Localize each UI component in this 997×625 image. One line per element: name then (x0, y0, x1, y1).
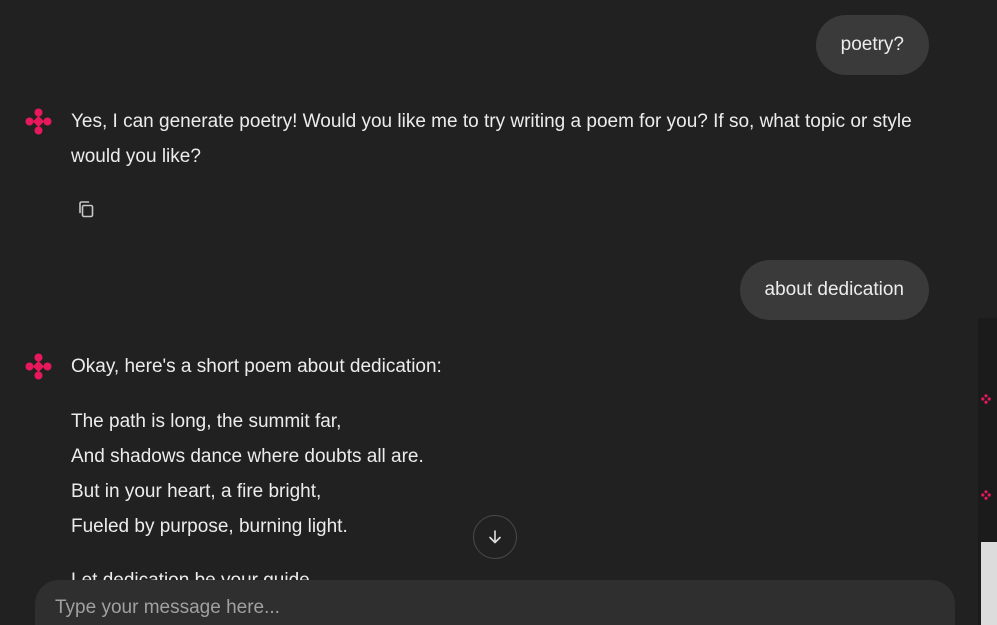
poem-line: And shadows dance where doubts all are. (71, 446, 424, 467)
copy-button[interactable] (74, 197, 98, 221)
assistant-avatar-icon (25, 108, 52, 135)
assistant-marker-icon (981, 394, 991, 404)
copy-icon (79, 201, 94, 218)
poem-line: The path is long, the summit far, (71, 411, 342, 432)
scrollbar-thumb[interactable] (981, 542, 997, 625)
assistant-avatar-icon (25, 353, 52, 380)
message-composer (35, 580, 955, 625)
message-input[interactable] (55, 597, 935, 619)
poem-line: But in your heart, a fire bright, (71, 481, 322, 502)
poem-line: Fueled by purpose, burning light. (71, 516, 348, 537)
assistant-message: Yes, I can generate poetry! Would you li… (71, 111, 912, 167)
poem: The path is long, the summit far, And sh… (71, 404, 424, 544)
chat-window: poetry? Yes, I can generate poetry! Woul… (0, 0, 997, 625)
arrow-down-icon (489, 530, 501, 544)
scroll-to-bottom-button[interactable] (473, 515, 517, 559)
assistant-marker-icon (981, 490, 991, 500)
conversation-minimap[interactable] (978, 318, 997, 625)
user-message: about dedication (739, 260, 929, 320)
user-message: poetry? (815, 15, 929, 75)
conversation-area: poetry? Yes, I can generate poetry! Woul… (0, 0, 980, 625)
assistant-message-intro: Okay, here's a short poem about dedicati… (71, 356, 442, 377)
